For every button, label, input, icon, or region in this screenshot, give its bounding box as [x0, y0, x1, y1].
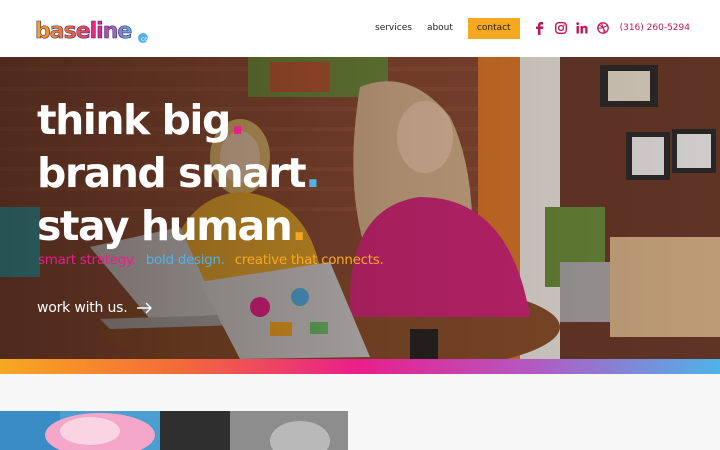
linkedin-icon[interactable]: [575, 22, 588, 34]
gradient-divider: [0, 359, 720, 374]
arrow-right-icon: [136, 302, 152, 314]
headline-line-1: think big.: [37, 96, 245, 144]
hero-headline: think big. brand smart. stay human.: [37, 94, 321, 253]
site-header: baseline co services about contact (316)…: [0, 0, 720, 57]
svg-text:baseline: baseline: [35, 19, 131, 44]
nav-services[interactable]: services: [375, 23, 412, 33]
nav-about[interactable]: about: [427, 23, 453, 33]
cta-label: work with us.: [37, 300, 128, 316]
svg-text:co: co: [141, 36, 148, 43]
tagline-creative: creative that connects.: [234, 252, 384, 268]
instagram-icon[interactable]: [554, 22, 567, 34]
tagline-design: bold design.: [145, 252, 225, 268]
main-nav: services about contact (316) 260-5294: [375, 17, 690, 39]
content-section: [0, 374, 720, 450]
dribbble-icon[interactable]: [596, 22, 609, 34]
facebook-icon[interactable]: [534, 21, 546, 35]
work-with-us-link[interactable]: work with us.: [37, 300, 153, 316]
hero-tagline: smart strategy. bold design. creative th…: [38, 252, 384, 268]
hero-section: think big. brand smart. stay human. smar…: [0, 57, 720, 359]
tagline-strategy: smart strategy.: [38, 252, 136, 268]
headline-line-2: brand smart.: [37, 149, 321, 197]
mural-image: [0, 411, 348, 450]
headline-line-3: stay human.: [37, 202, 307, 250]
baseline-logo[interactable]: baseline co: [34, 17, 150, 45]
contact-button[interactable]: contact: [467, 17, 520, 39]
phone-link[interactable]: (316) 260-5294: [620, 23, 690, 33]
